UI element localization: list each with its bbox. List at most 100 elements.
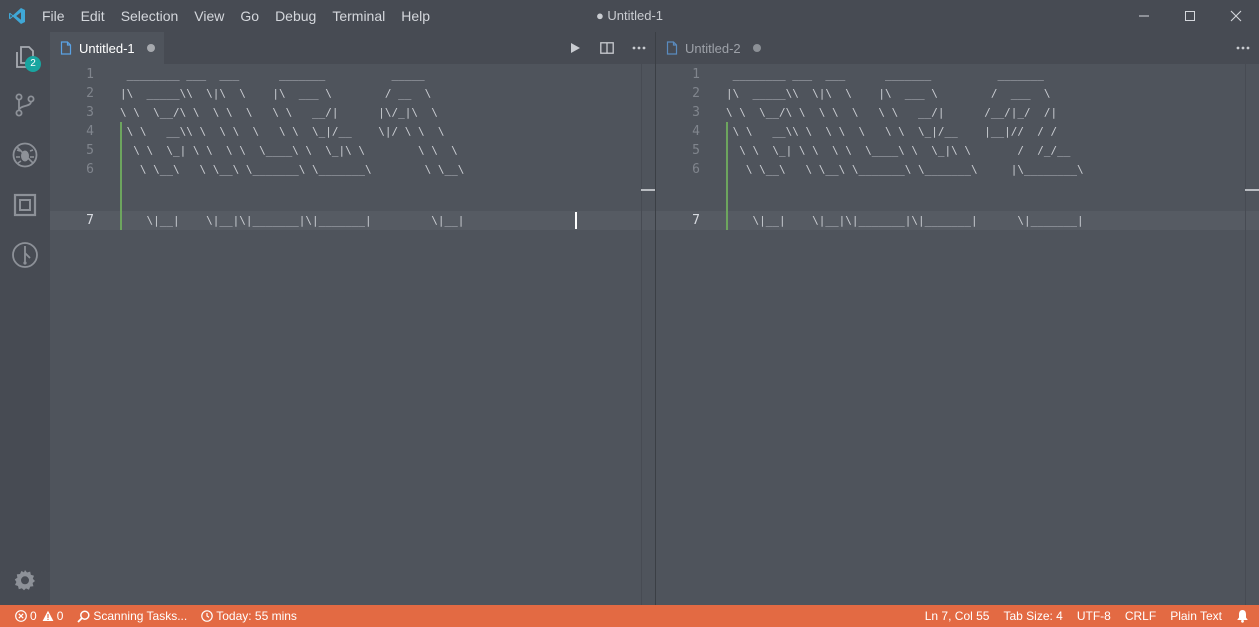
menu-edit[interactable]: Edit: [73, 0, 113, 32]
menu-bar: File Edit Selection View Go Debug Termin…: [34, 0, 438, 32]
source-control-icon: [15, 93, 35, 117]
error-icon: [15, 610, 27, 622]
task-status[interactable]: Scanning Tasks...: [70, 605, 194, 627]
editor-group-right: Untitled-2 1 2 3 4 5 6 7 ________ ___ __…: [656, 32, 1259, 605]
extensions-button[interactable]: [0, 180, 50, 230]
explorer-button[interactable]: 2: [0, 32, 50, 82]
cursor-position[interactable]: Ln 7, Col 55: [918, 605, 997, 627]
line-numbers: 1 2 3 4 5 6 7: [50, 64, 120, 605]
editor-right[interactable]: 1 2 3 4 5 6 7 ________ ___ ___ _______ _…: [656, 64, 1259, 605]
text-cursor: [575, 212, 577, 229]
split-editor-button[interactable]: [591, 32, 623, 64]
line-number-current: 7: [86, 213, 94, 228]
debug-icon: [12, 142, 38, 168]
code-line: \ \__\ \ \__\ \_______\ \_______\ |\____…: [726, 163, 1084, 176]
run-icon: [571, 43, 580, 53]
source-control-button[interactable]: [0, 80, 50, 130]
menu-debug[interactable]: Debug: [267, 0, 324, 32]
tab-bar-right: Untitled-2: [656, 32, 1259, 64]
code-line: \|__| \|__|\|_______|\|_______| \|__|: [120, 214, 465, 227]
maximize-icon: [1185, 11, 1195, 21]
editor-group-left: Untitled-1 1 2 3 4 5 6 7 ________ ___ __…: [50, 32, 655, 605]
code-line: \ \ \__/\ \ \ \ \ \ \ __/| |\/_|\ \: [120, 106, 438, 119]
time-tracker-text: Today: 55 mins: [216, 609, 297, 623]
end-of-line[interactable]: CRLF: [1118, 605, 1163, 627]
clock-icon: [201, 610, 214, 622]
code-line: \|__| \|__|\|_______|\|_______| \|______…: [726, 214, 1084, 227]
activity-bar: 2: [0, 32, 50, 605]
menu-selection[interactable]: Selection: [113, 0, 187, 32]
explorer-badge: 2: [25, 56, 41, 72]
title-bar: File Edit Selection View Go Debug Termin…: [0, 0, 1259, 32]
editor-left[interactable]: 1 2 3 4 5 6 7 ________ ___ ___ _______ _…: [50, 64, 655, 605]
minimize-button[interactable]: [1121, 0, 1167, 32]
vertical-scrollbar[interactable]: [641, 64, 655, 605]
run-button[interactable]: [559, 32, 591, 64]
unsaved-dot-icon[interactable]: [146, 44, 155, 52]
warning-count: 0: [56, 609, 64, 623]
maximize-button[interactable]: [1167, 0, 1213, 32]
menu-go[interactable]: Go: [232, 0, 267, 32]
line-number: 1: [86, 67, 94, 82]
line-number: 6: [692, 162, 700, 177]
error-count: 0: [30, 609, 37, 623]
line-number: 2: [86, 86, 94, 101]
tab-label: Untitled-1: [79, 40, 135, 56]
line-number: 2: [692, 86, 700, 101]
notifications-button[interactable]: [1229, 605, 1259, 627]
settings-button[interactable]: [0, 555, 50, 605]
bell-icon: [1237, 610, 1248, 623]
line-number: 5: [86, 143, 94, 158]
code-line: \ \ __\\ \ \ \ \ \ \ \_|/__ |__|// / /: [726, 125, 1058, 138]
close-icon: [1230, 10, 1242, 22]
unsaved-dot-icon[interactable]: [752, 44, 761, 52]
tab-bar-left: Untitled-1: [50, 32, 655, 64]
line-number: 3: [692, 105, 700, 120]
line-number: 4: [692, 124, 700, 139]
extensions-icon: [13, 193, 37, 217]
gear-icon: [14, 570, 36, 591]
debug-button[interactable]: [0, 130, 50, 180]
tab-untitled-2[interactable]: Untitled-2: [656, 32, 770, 64]
minimize-icon: [1139, 15, 1149, 17]
line-number: 5: [692, 143, 700, 158]
problems-indicator[interactable]: 0 0: [8, 605, 70, 627]
more-icon: [1236, 46, 1250, 50]
scrollbar-cursor-marker: [1245, 189, 1259, 191]
line-number: 1: [692, 67, 700, 82]
timeline-button[interactable]: [0, 230, 50, 280]
file-icon: [666, 41, 678, 55]
vertical-scrollbar[interactable]: [1245, 64, 1259, 605]
search-icon: [77, 609, 90, 623]
scrollbar-cursor-marker: [641, 189, 655, 191]
line-number-current: 7: [692, 213, 700, 228]
code-line: ________ ___ ___ _______ _____: [120, 68, 425, 81]
file-icon: [60, 41, 72, 55]
menu-view[interactable]: View: [186, 0, 232, 32]
code-line: |\ _____\\ \|\ \ |\ ___ \ / __ \: [120, 87, 432, 100]
menu-file[interactable]: File: [34, 0, 73, 32]
tab-untitled-1[interactable]: Untitled-1: [50, 32, 164, 64]
code-line: \ \ \_| \ \ \ \ \____\ \ \_|\ \ / /_/__: [726, 144, 1071, 157]
code-line: \ \ \_| \ \ \ \ \____\ \ \_|\ \ \ \ \: [120, 144, 458, 157]
status-bar: 0 0 Scanning Tasks... Today: 55 mins Ln …: [0, 605, 1259, 627]
tab-label: Untitled-2: [685, 40, 741, 56]
timeline-icon: [12, 242, 38, 268]
line-number: 3: [86, 105, 94, 120]
more-actions-button[interactable]: [1227, 32, 1259, 64]
vscode-logo-icon: [0, 0, 34, 32]
time-tracker[interactable]: Today: 55 mins: [194, 605, 304, 627]
tab-size[interactable]: Tab Size: 4: [996, 605, 1069, 627]
menu-terminal[interactable]: Terminal: [324, 0, 393, 32]
code-line: |\ _____\\ \|\ \ |\ ___ \ / ___ \: [726, 87, 1051, 100]
line-number: 4: [86, 124, 94, 139]
more-actions-button[interactable]: [623, 32, 655, 64]
close-window-button[interactable]: [1213, 0, 1259, 32]
menu-help[interactable]: Help: [393, 0, 438, 32]
split-editor-icon: [600, 42, 614, 54]
language-mode[interactable]: Plain Text: [1163, 605, 1229, 627]
task-status-text: Scanning Tasks...: [93, 609, 188, 623]
more-icon: [632, 46, 646, 50]
encoding[interactable]: UTF-8: [1070, 605, 1118, 627]
line-numbers: 1 2 3 4 5 6 7: [656, 64, 726, 605]
